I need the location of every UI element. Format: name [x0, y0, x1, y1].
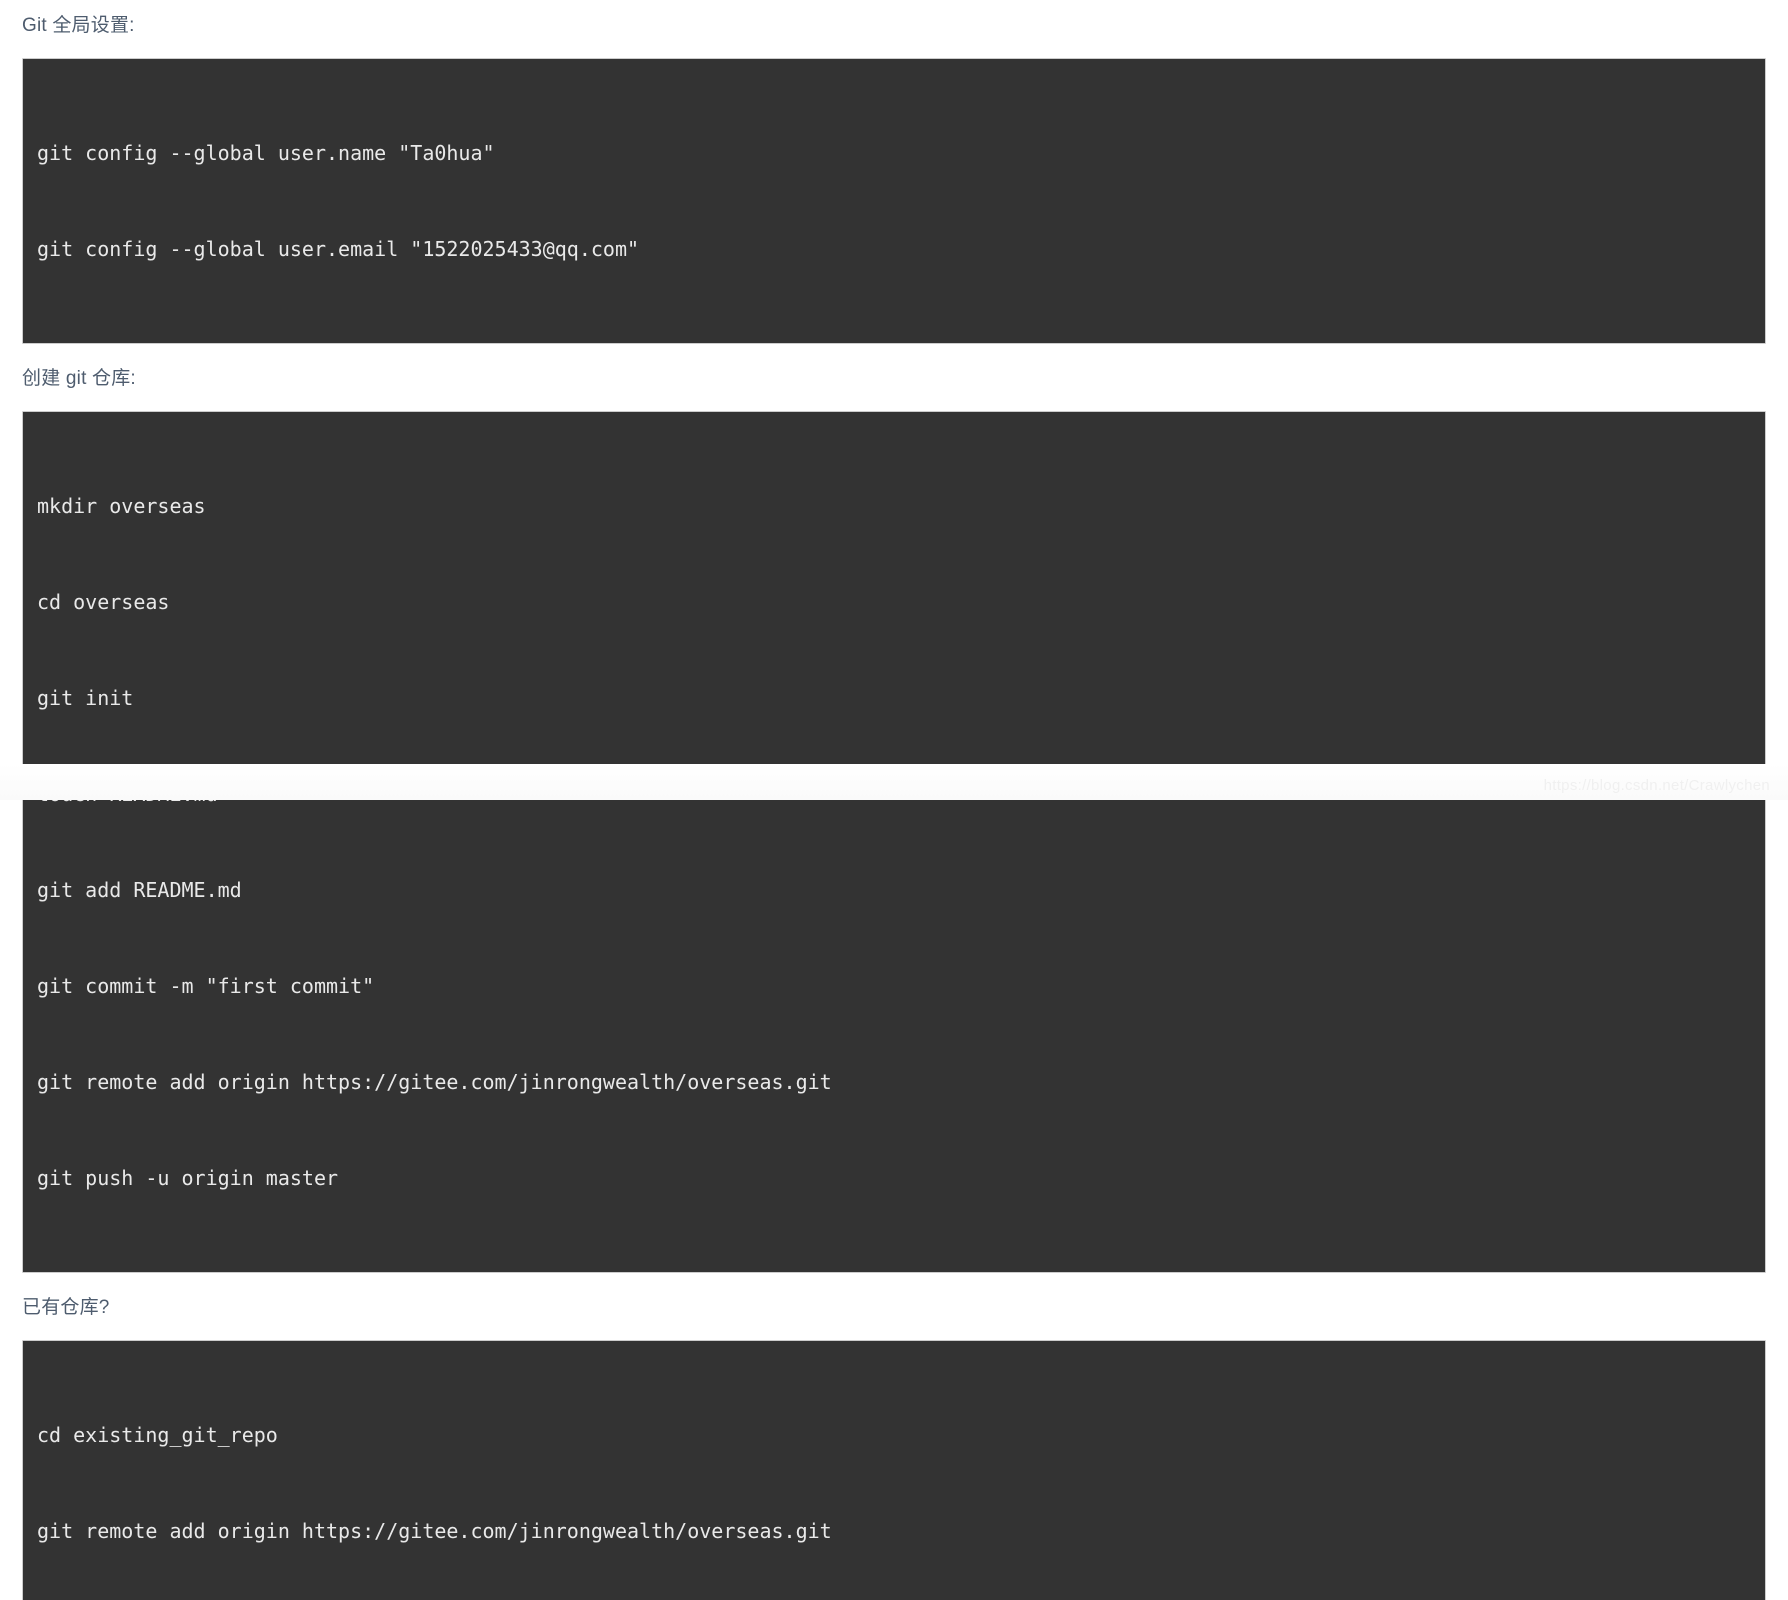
watermark: https://blog.csdn.net/Crawlychen [1543, 777, 1770, 794]
code-line: git push -u origin master [37, 1166, 339, 1190]
code-block-create-repo[interactable]: mkdir overseas cd overseas git init touc… [22, 411, 1766, 1273]
code-line: git remote add origin https://gitee.com/… [37, 1519, 832, 1543]
code-block-existing-repo[interactable]: cd existing_git_repo git remote add orig… [22, 1340, 1766, 1600]
section-heading-create-repo: 创建 git 仓库: [22, 368, 136, 389]
code-line: git config --global user.email "15220254… [37, 237, 640, 261]
section-existing-repo: 已有仓库? [22, 1295, 1766, 1321]
section-create-repo: 创建 git 仓库: [22, 366, 1766, 392]
section-heading-existing-repo: 已有仓库? [22, 1297, 110, 1318]
code-line: git add README.md [37, 878, 242, 902]
code-line: cd existing_git_repo [37, 1423, 278, 1447]
section-heading-global-settings: Git 全局设置: [22, 15, 135, 36]
code-line: mkdir overseas [37, 494, 206, 518]
code-line: cd overseas [37, 590, 170, 614]
code-line: git commit -m "first commit" [37, 974, 375, 998]
code-line: git remote add origin https://gitee.com/… [37, 1070, 832, 1094]
code-block-global-settings[interactable]: git config --global user.name "Ta0hua" g… [22, 58, 1766, 344]
code-line: git init [37, 686, 134, 710]
code-line: git config --global user.name "Ta0hua" [37, 141, 495, 165]
section-global-settings: Git 全局设置: [22, 0, 1766, 39]
git-instructions-page: Git 全局设置: git config --global user.name … [0, 0, 1788, 1600]
bottom-fade [0, 764, 1788, 800]
